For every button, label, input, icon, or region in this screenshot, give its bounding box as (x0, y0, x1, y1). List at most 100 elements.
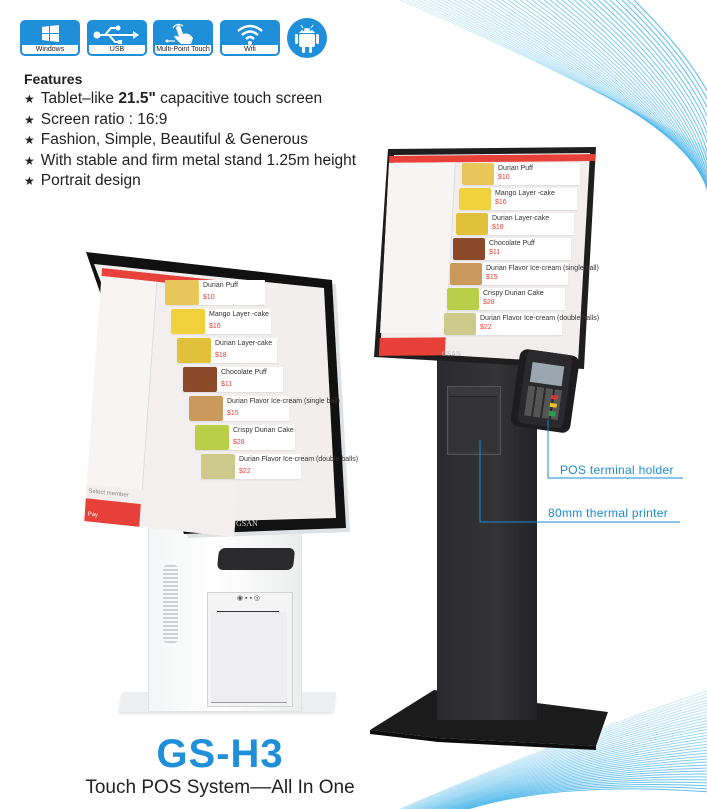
menu-item-price: $18 (492, 224, 504, 231)
menu-item-name: Crispy Durian Cake (483, 290, 544, 297)
menu-item-card[interactable]: Durian Layer-cake $18 (177, 338, 277, 363)
menu-item-card[interactable]: Durian Flavor Ice-cream (double balls) $2… (444, 313, 599, 335)
brand-logo: GSAN (236, 519, 258, 528)
menu-item-price: $18 (215, 352, 227, 359)
menu-item-price: $16 (495, 199, 507, 206)
pos-terminal-holder (509, 348, 581, 434)
scanner-window (216, 548, 296, 570)
pay-button[interactable]: Pay (87, 512, 98, 519)
printer-buttons: ◉ ▪ ▪ ◎ (237, 595, 261, 602)
feature-item: ★ Screen ratio : 16:9 (24, 110, 168, 128)
menu-item-name: Mango Layer -cake (495, 190, 555, 197)
menu-item-card[interactable]: Durian Flavor Ice-cream (single ball) $15 (189, 396, 340, 421)
star-icon: ★ (24, 112, 35, 127)
app-footer (378, 337, 446, 356)
pos-key-red (550, 394, 559, 400)
wifi-icon (237, 24, 263, 45)
badge-label: Windows (22, 45, 78, 54)
feature-item: ★ Fashion, Simple, Beautiful & Generous (24, 131, 308, 148)
menu-item-card[interactable]: Crispy Durian Cake $28 (195, 425, 295, 450)
menu-item-price: $10 (203, 294, 215, 301)
printer-door (211, 612, 287, 703)
product-tagline: Touch POS System––All In One (85, 777, 355, 798)
white-printer (207, 592, 293, 707)
badge-usb: USB (87, 20, 147, 56)
product-model: GS-H3 (156, 732, 284, 776)
menu-item-card[interactable]: Durian Puff $10 (165, 280, 265, 305)
menu-item-card[interactable]: Durian Puff $10 (462, 163, 580, 185)
brand-logo: GSAN (442, 350, 462, 358)
menu-item-name: Durian Flavor Ice-cream (double balls) (239, 456, 359, 463)
menu-item-price: $16 (209, 323, 221, 330)
menu-item-name: Crispy Durian Cake (233, 427, 294, 434)
menu-item-price: $22 (480, 324, 492, 331)
paper-slot (217, 611, 279, 612)
menu-item-price: $11 (489, 249, 501, 256)
pos-keypad (524, 385, 562, 421)
menu-item-card[interactable]: Mango Layer -cake $16 (171, 309, 271, 334)
usb-icon (93, 25, 139, 44)
menu-item-image (450, 263, 482, 285)
menu-item-card[interactable]: Durian Flavor Ice-cream (single ball) $15 (450, 263, 599, 285)
badge-multi-touch: Multi-Point Touch (153, 20, 213, 56)
menu-item-card[interactable]: Chocolate Puff $11 (183, 367, 283, 392)
menu-item-image (189, 396, 223, 421)
menu-item-price: $22 (239, 468, 251, 475)
windows-icon (42, 25, 59, 42)
feature-item: ★ With stable and firm metal stand 1.25m … (24, 151, 357, 169)
menu-item-image (177, 338, 211, 363)
app-footer (84, 498, 141, 527)
feature-item: ★ Portrait design (24, 172, 141, 189)
badge-android (287, 18, 327, 58)
swoosh-line (447, 0, 707, 165)
pos-key-yellow (549, 402, 558, 408)
android-icon (295, 24, 319, 53)
menu-item-name: Durian Flavor Ice-cream (single ball) (227, 398, 340, 405)
badge-wifi: Wifi (220, 20, 280, 56)
app-sidebar (86, 275, 158, 491)
menu-item-image (171, 309, 205, 334)
menu-item-name: Durian Flavor Ice-cream (single ball) (486, 265, 599, 272)
menu-item-price: $28 (233, 439, 245, 446)
menu-item-price: $11 (221, 381, 233, 388)
badge-label: Wifi (222, 45, 278, 54)
star-icon: ★ (24, 133, 35, 147)
menu-item-image (447, 288, 479, 310)
menu-item-image (201, 454, 235, 479)
swoosh-line (597, 0, 707, 145)
menu-item-price: $28 (483, 299, 495, 306)
menu-item-image (459, 188, 491, 210)
menu-item-price: $15 (227, 410, 239, 417)
menu-item-name: Durian Layer-cake (492, 215, 550, 222)
pos-key-green (548, 410, 556, 417)
vent-grille (163, 565, 178, 643)
features-title: Features (24, 71, 83, 87)
menu-item-card[interactable]: Chocolate Puff $11 (453, 238, 571, 260)
black-printer-door (449, 396, 497, 452)
black-printer (447, 386, 501, 455)
white-kiosk-base (118, 692, 337, 712)
menu-item-card[interactable]: Mango Layer -cake $16 (459, 188, 577, 210)
features-list: ★ Tablet–like 21.5" capacitive touch scre… (24, 89, 356, 192)
menu-item-image (444, 313, 476, 335)
menu-item-name: Chocolate Puff (221, 369, 267, 376)
menu-item-name: Durian Flavor Ice-cream (double balls) (480, 315, 600, 322)
pos-terminal (517, 349, 573, 429)
black-kiosk-pillar (437, 360, 537, 720)
menu-item-price: $10 (498, 174, 510, 181)
menu-item-card[interactable]: Crispy Durian Cake $28 (447, 288, 565, 310)
printer-label: 80mm thermal printer (548, 506, 669, 520)
menu-item-image (183, 367, 217, 392)
pos-screen (529, 362, 565, 387)
menu-item-name: Durian Layer-cake (215, 340, 273, 347)
badge-windows: Windows (20, 20, 80, 56)
star-icon: ★ (24, 153, 35, 168)
menu-item-name: Durian Puff (498, 165, 533, 172)
white-kiosk-body (148, 525, 302, 712)
menu-item-image (195, 425, 229, 450)
badge-label: USB (89, 45, 145, 54)
menu-item-card[interactable]: Durian Layer-cake $18 (456, 213, 574, 235)
select-member[interactable]: Select member (88, 489, 129, 499)
menu-item-card[interactable]: Durian Flavor Ice-cream (double balls) $2… (201, 454, 358, 479)
menu-item-name: Durian Puff (203, 282, 238, 289)
